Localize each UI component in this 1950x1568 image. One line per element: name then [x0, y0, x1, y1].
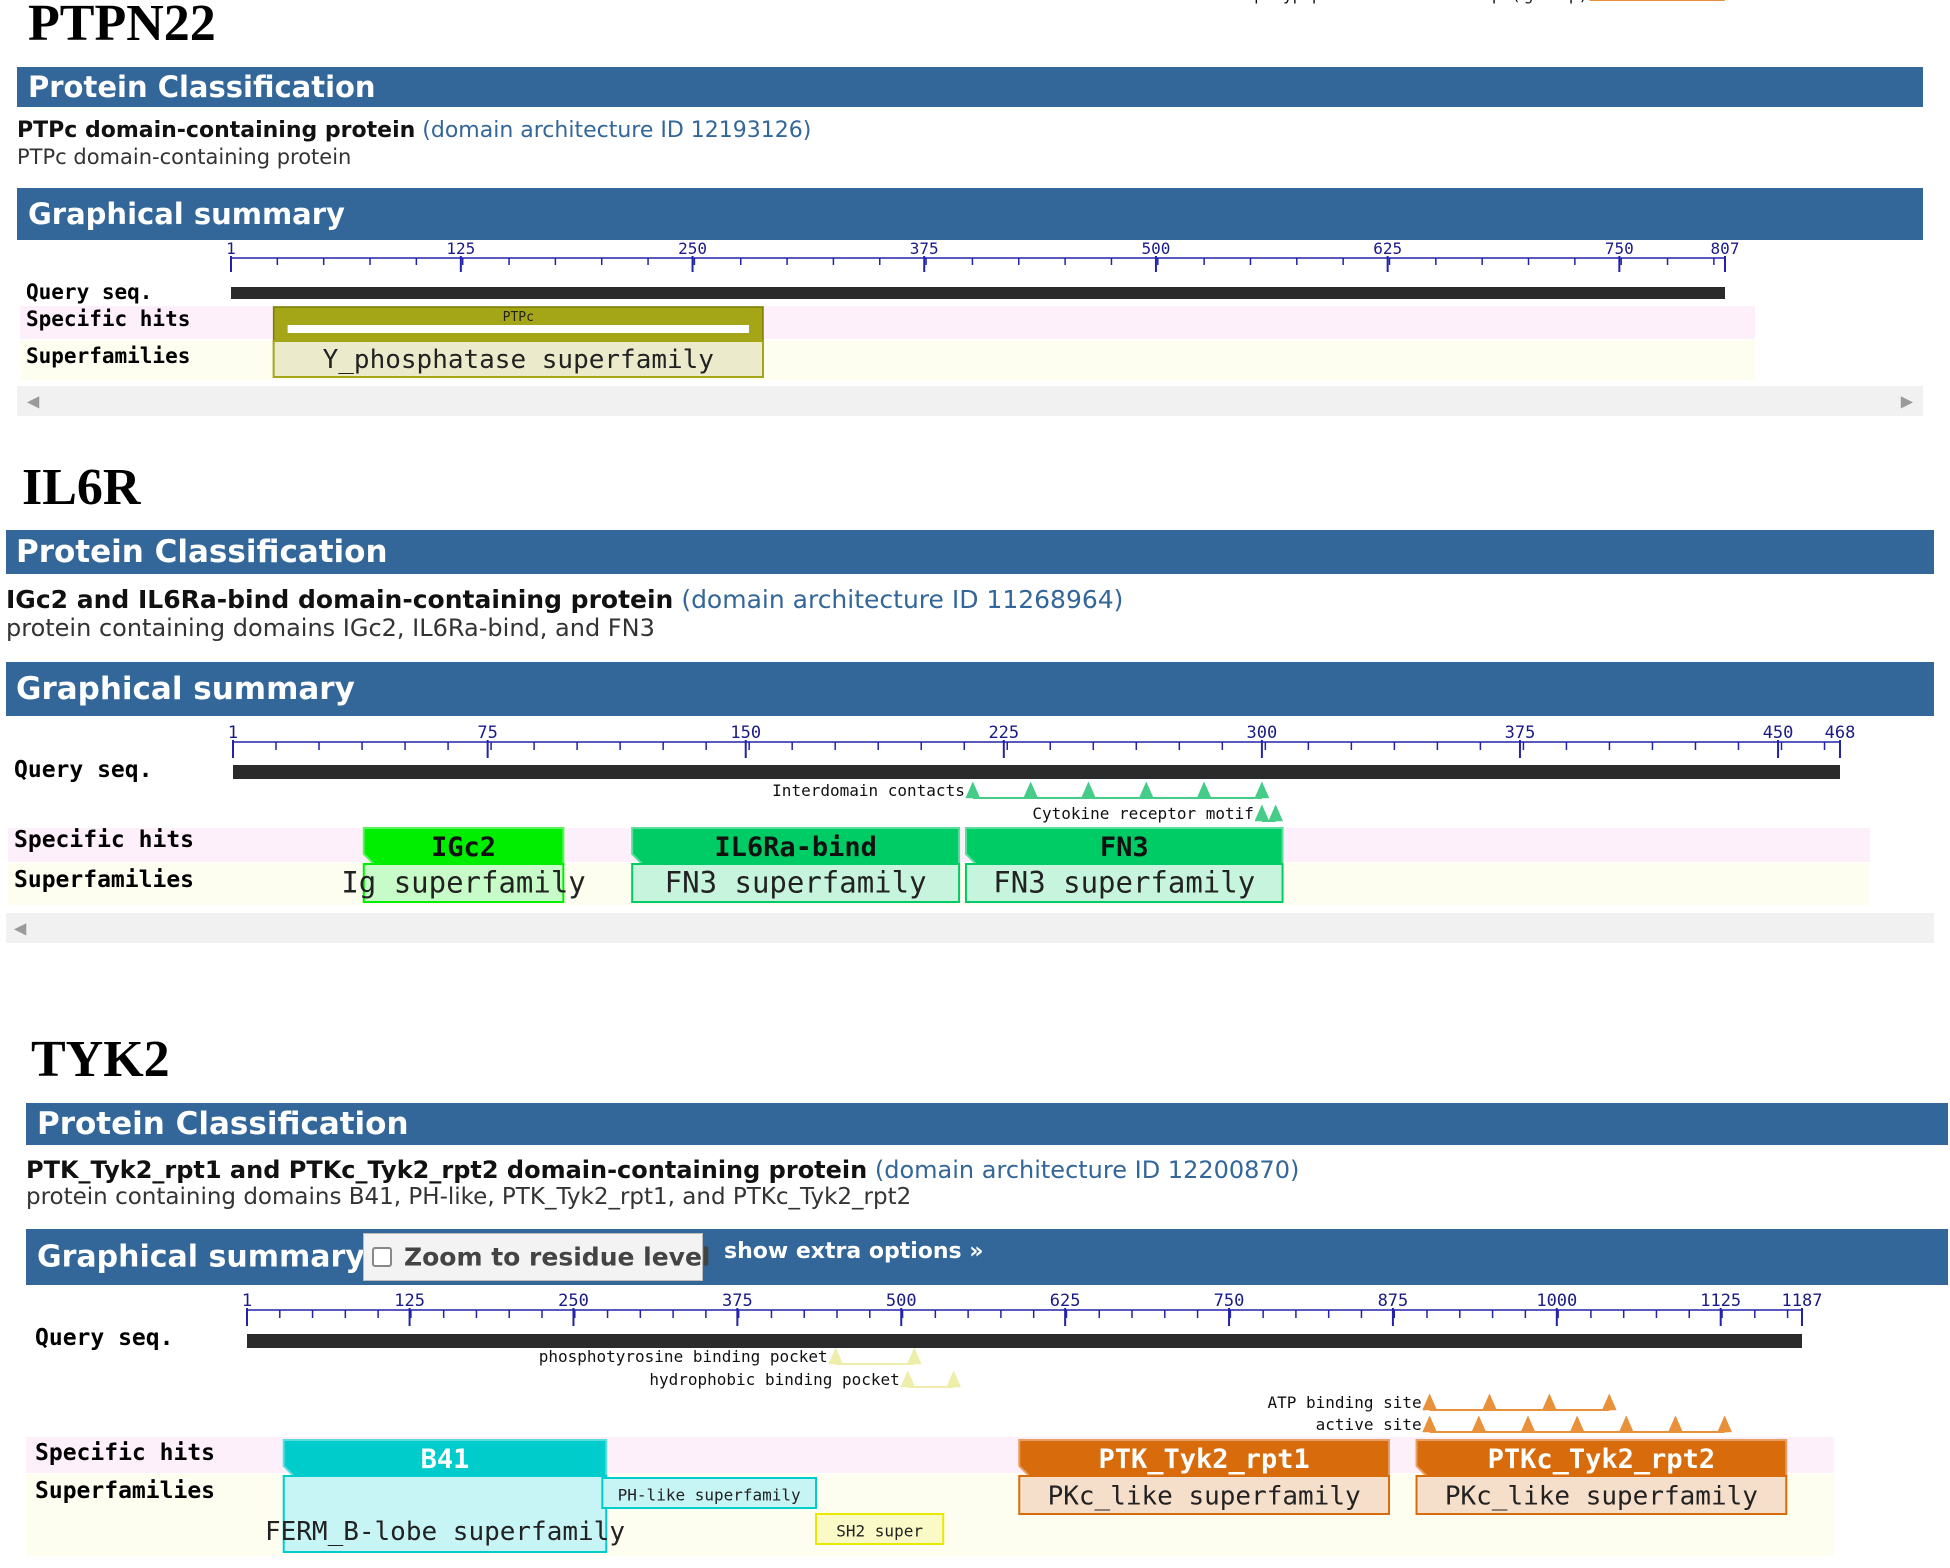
site-annotation-label: active site — [1316, 1415, 1422, 1434]
site-annotation-label: phosphotyrosine binding pocket — [539, 1347, 828, 1366]
panel-tyk2: TYK2 Protein Classification PTK_Tyk2_rpt… — [0, 0, 1950, 1568]
site-annotation-label: activation loop (A-loop) — [1357, 0, 1588, 4]
site-marker-icon — [1569, 1415, 1585, 1433]
ruler-tick-label: 1125 — [1700, 1291, 1741, 1311]
site-marker-icon — [900, 1370, 916, 1388]
ruler-tick-label: 375 — [722, 1291, 753, 1311]
ruler-tick-label: 1 — [242, 1291, 252, 1311]
site-marker-icon — [1618, 1415, 1634, 1433]
ruler-tick-label: 625 — [1050, 1291, 1081, 1311]
specific-hit-label: PTK_Tyk2_rpt1 — [1098, 1444, 1309, 1475]
ruler-tick-label: 750 — [1214, 1291, 1245, 1311]
site-marker-icon — [1471, 1415, 1487, 1433]
specific-hit-label: B41 — [421, 1444, 470, 1475]
ruler-tick-label: 125 — [394, 1291, 425, 1311]
site-marker-icon — [946, 1370, 962, 1388]
superfamily-label: PKc_like superfamily — [1445, 1482, 1758, 1512]
site-marker-icon — [1422, 1393, 1438, 1411]
ruler-tick-label: 1000 — [1536, 1291, 1577, 1311]
ruler-tick-label: 875 — [1378, 1291, 1409, 1311]
site-annotation-label: hydrophobic binding pocket — [649, 1370, 899, 1389]
site-marker-icon — [1717, 1415, 1733, 1433]
site-marker-icon — [1601, 1393, 1617, 1411]
superfamily-label: FERM_B-lobe superfamily — [265, 1517, 625, 1547]
superfamily-label: PKc_like superfamily — [1048, 1482, 1361, 1512]
query-sequence-bar — [247, 1334, 1802, 1348]
superfamily-label: PH-like superfamily — [618, 1486, 801, 1505]
site-marker-icon — [1422, 1415, 1438, 1433]
site-marker-icon — [1520, 1415, 1536, 1433]
specific-hit-label: PTKc_Tyk2_rpt2 — [1488, 1444, 1716, 1475]
site-marker-icon — [1668, 1415, 1683, 1433]
ruler-tick-label: 250 — [558, 1291, 589, 1311]
superfamily-label: SH2 super — [836, 1522, 923, 1541]
graphical-summary-svg: 1 125 250 375 500 625 750 875 1000 1125 1187phosph… — [242, 0, 1823, 1553]
site-marker-icon — [828, 1347, 844, 1365]
site-annotation-label: ATP binding site — [1268, 1393, 1422, 1412]
site-marker-icon — [906, 1347, 922, 1365]
site-marker-icon — [1482, 1393, 1497, 1411]
site-marker-icon — [1542, 1393, 1557, 1411]
ruler-tick-label: 500 — [886, 1291, 917, 1311]
ruler-tick-label: 1187 — [1782, 1291, 1823, 1311]
